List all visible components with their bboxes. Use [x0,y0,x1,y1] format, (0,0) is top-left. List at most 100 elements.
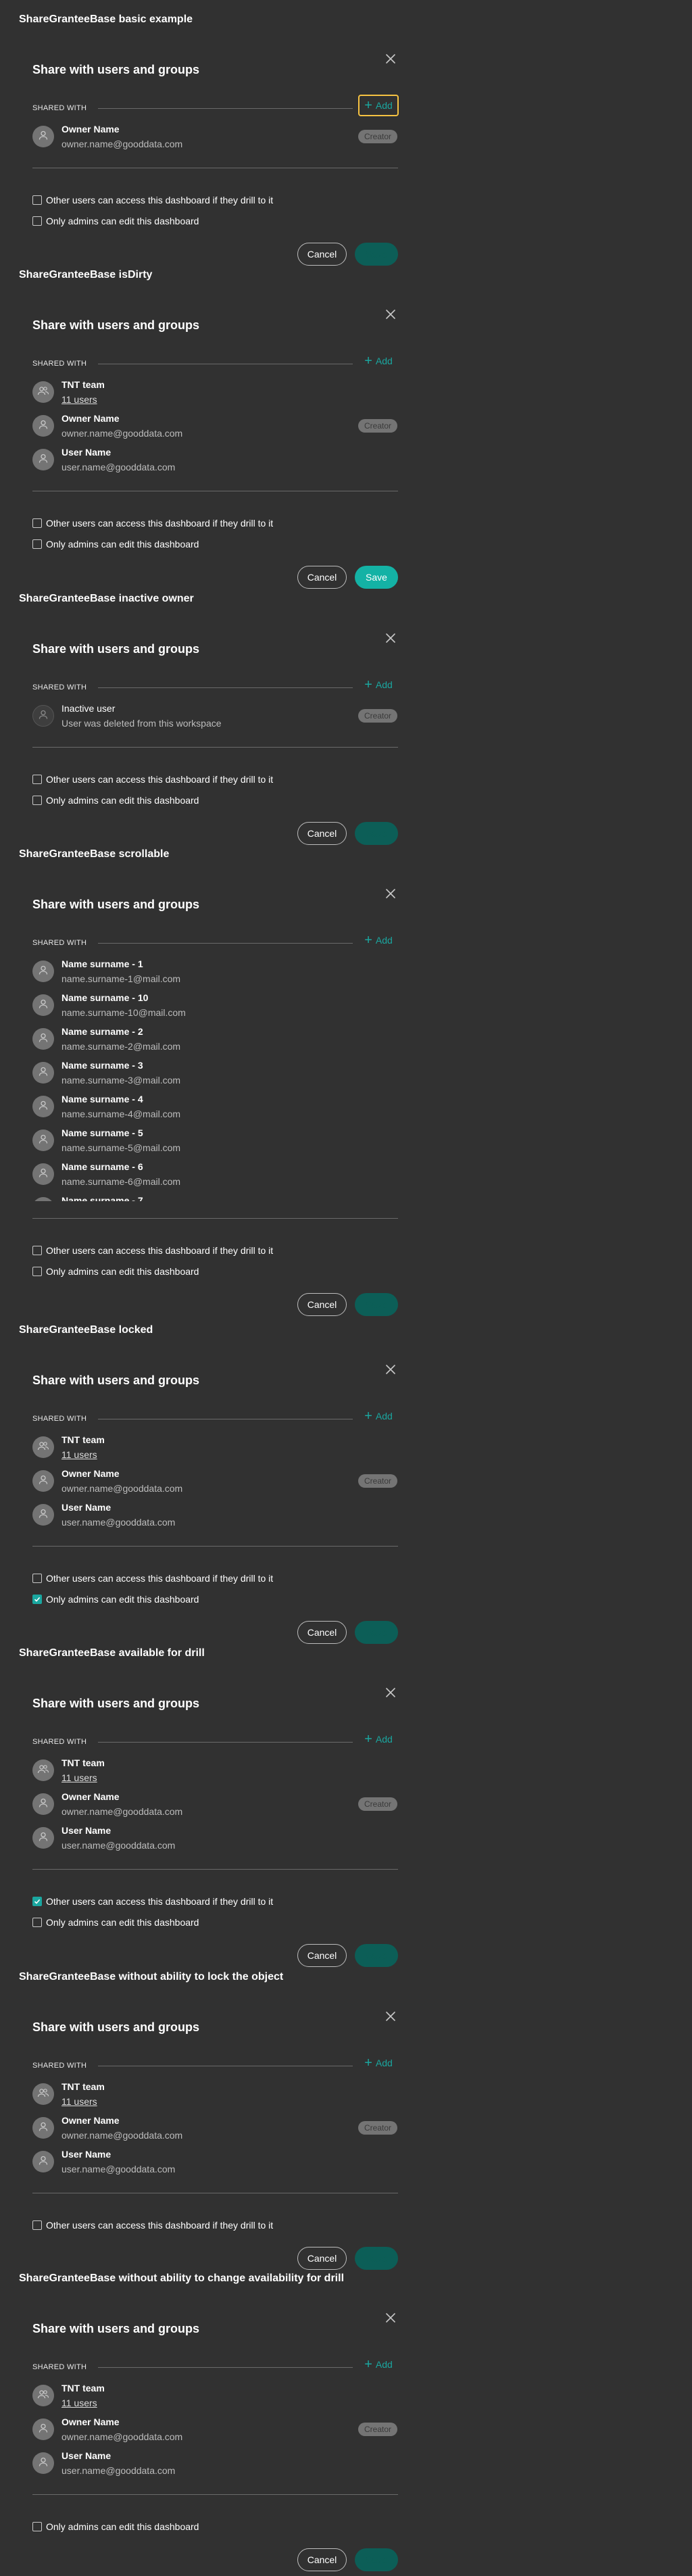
checkbox[interactable] [32,1574,42,1583]
cancel-button[interactable]: Cancel [297,243,347,266]
grantee-name: Name surname - 5 [61,1127,143,1138]
shared-with-label: SHARED WITH [32,683,87,691]
checkbox[interactable] [32,2522,42,2531]
checkbox[interactable] [32,1918,42,1927]
grantee-detail: owner.name@gooddata.com [61,139,183,149]
dialog-title: Share with users and groups [32,642,200,656]
option-drill[interactable]: Other users can access this dashboard if… [32,1572,273,1584]
option-admins[interactable]: Only admins can edit this dashboard [32,1265,199,1278]
option-admins[interactable]: Only admins can edit this dashboard [32,1916,199,1928]
save-button[interactable]: Save [355,1944,398,1967]
close-icon[interactable] [384,887,397,900]
group-users-link[interactable]: 11 users [61,2397,97,2409]
grantee-name: TNT team [61,2383,105,2393]
checkbox[interactable] [32,216,42,226]
dialog-title: Share with users and groups [32,63,200,76]
cancel-button[interactable]: Cancel [297,822,347,845]
group-users-link[interactable]: 11 users [61,2095,97,2108]
checkbox[interactable] [32,1267,42,1276]
close-icon[interactable] [384,52,397,66]
checkbox[interactable] [32,796,42,805]
grantee-scroll: Name surname - 1 name.surname-1@mail.com [32,955,397,988]
checkbox[interactable] [32,1246,42,1255]
option-drill[interactable]: Other users can access this dashboard if… [32,1244,273,1257]
cancel-button[interactable]: Cancel [297,1293,347,1316]
cancel-button[interactable]: Cancel [297,1944,347,1967]
add-button[interactable]: + Add [358,929,399,951]
save-button[interactable]: Save [355,2247,398,2270]
option-drill[interactable]: Other users can access this dashboard if… [32,773,273,785]
creator-badge: Creator [357,709,397,723]
grantee-owner: Owner Name owner.name@gooddata.com Creator [32,1465,397,1497]
cancel-button[interactable]: Cancel [297,1621,347,1644]
option-label: Only admins can edit this dashboard [46,1594,199,1605]
save-button[interactable]: Save [355,822,398,845]
group-users-link[interactable]: 11 users [61,393,97,406]
grantee-list-scrollable[interactable]: Name surname - 1 name.surname-1@mail.com N… [19,955,403,1201]
cancel-button[interactable]: Cancel [297,2548,347,2571]
add-button[interactable]: + Add [358,350,399,372]
option-drill[interactable]: Other users can access this dashboard if… [32,2219,273,2231]
save-button[interactable]: Save [355,2548,398,2571]
add-button[interactable]: + Add [358,1405,399,1427]
grantee-scroll: Name surname - 5 name.surname-5@mail.com [32,1124,397,1157]
save-button[interactable]: Save [355,1293,398,1316]
grantee-detail: user.name@gooddata.com [61,1517,176,1528]
option-admins[interactable]: Only admins can edit this dashboard [32,2521,199,2533]
divider [32,747,398,748]
dialog-title: Share with users and groups [32,2020,200,2034]
cancel-button[interactable]: Cancel [297,2247,347,2270]
option-admins[interactable]: Only admins can edit this dashboard [32,794,199,806]
checkbox[interactable] [32,1595,42,1604]
cancel-button[interactable]: Cancel [297,566,347,589]
creator-badge: Creator [357,2121,397,2135]
save-button[interactable]: Save [355,1621,398,1644]
option-drill[interactable]: Other users can access this dashboard if… [32,194,273,206]
divider [98,943,353,944]
close-icon[interactable] [384,2010,397,2023]
option-admins[interactable]: Only admins can edit this dashboard [32,215,199,227]
group-avatar [32,381,54,403]
option-drill[interactable]: Other users can access this dashboard if… [32,517,273,529]
checkbox[interactable] [32,2220,42,2230]
grantee-detail: name.surname-6@mail.com [61,1176,181,1187]
group-users-link[interactable]: 11 users [61,1449,97,1461]
plus-icon: + [364,1732,372,1747]
checkbox[interactable] [32,518,42,528]
close-icon[interactable] [384,1363,397,1376]
add-button[interactable]: + Add [358,95,399,116]
shared-with-label: SHARED WITH [32,2363,87,2371]
checkbox[interactable] [32,1897,42,1906]
grantee-detail: name.surname-5@mail.com [61,1142,181,1153]
option-drill[interactable]: Other users can access this dashboard if… [32,1895,273,1907]
add-button[interactable]: + Add [358,2354,399,2375]
grantee-name: Name surname - 10 [61,992,149,1003]
grantee-detail: name.surname-1@mail.com [61,973,181,984]
user-avatar [32,1062,54,1084]
grantee-detail: name.surname-10@mail.com [61,1007,186,1018]
close-icon[interactable] [384,308,397,321]
user-avatar [32,1096,54,1117]
grantee-name: Owner Name [61,2416,120,2427]
option-admins[interactable]: Only admins can edit this dashboard [32,538,199,550]
dialog-title: Share with users and groups [32,898,200,911]
save-button[interactable]: Save [355,243,398,266]
checkbox[interactable] [32,195,42,205]
close-icon[interactable] [384,2311,397,2325]
add-button[interactable]: + Add [358,2052,399,2074]
option-admins[interactable]: Only admins can edit this dashboard [32,1593,199,1605]
user-icon [38,1134,49,1148]
close-icon[interactable] [384,631,397,645]
grantee-group: TNT team 11 users [32,2379,397,2412]
close-icon[interactable] [384,1686,397,1699]
checkbox[interactable] [32,539,42,549]
option-label: Other users can access this dashboard if… [46,1245,274,1256]
add-button[interactable]: + Add [358,1728,399,1750]
add-button[interactable]: + Add [358,674,399,696]
divider [98,1742,353,1743]
user-icon [38,1032,49,1046]
checkbox[interactable] [32,775,42,784]
save-button[interactable]: Save [355,566,398,589]
group-users-link[interactable]: 11 users [61,1772,97,1784]
grantee-name: TNT team [61,2081,105,2092]
